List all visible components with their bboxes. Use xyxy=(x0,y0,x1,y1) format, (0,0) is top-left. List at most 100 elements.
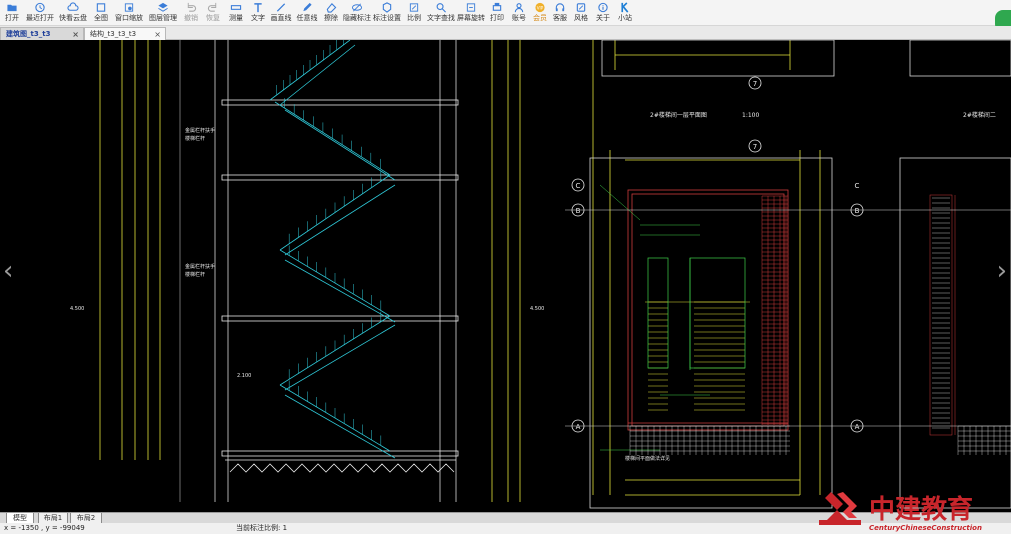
stair-note: 楼梯栏杆 xyxy=(185,135,205,142)
ground-hatch xyxy=(225,459,456,473)
stair-note: 金属栏杆扶手 xyxy=(185,263,215,270)
elevation-label: 2.100 xyxy=(237,373,251,379)
toolbar-button-label: 标注设置 xyxy=(373,14,401,22)
toolbar-button-label: 画直线 xyxy=(270,14,292,22)
partial-plan-walls xyxy=(929,194,956,436)
rotate-icon xyxy=(465,2,478,13)
folder-open-icon xyxy=(6,2,19,13)
annotation-scale: 当前标注比例: 1 xyxy=(236,524,288,532)
toolbar-button[interactable]: 图层管理 xyxy=(146,0,180,26)
toolbar-button[interactable]: 快看云盘 xyxy=(56,0,90,26)
brand-english: CenturyChineseConstruction xyxy=(869,524,982,532)
stair-section: 金属栏杆扶手 楼梯栏杆 金属栏杆扶手 楼梯栏杆 4.500 4.500 2.10… xyxy=(70,40,544,502)
toolbar-button[interactable]: 文字 xyxy=(248,0,268,26)
toolbar-button-label: 客服 xyxy=(553,14,567,22)
axis-label: B xyxy=(576,207,581,215)
toolbar-button-label: 恢复 xyxy=(206,14,220,22)
elevation-label: 4.500 xyxy=(530,306,544,312)
toolbar-button[interactable]: 测量 xyxy=(224,0,248,26)
stair-treads xyxy=(645,301,750,411)
toolbar-button[interactable]: 撤销 xyxy=(180,0,202,26)
axis-label: C xyxy=(855,182,860,190)
previous-page-arrow-icon[interactable]: ‹ xyxy=(3,258,13,284)
axis-label: 7 xyxy=(753,143,757,151)
toolbar-button-label: 文字查找 xyxy=(427,14,455,22)
plan-title: 2#楼梯间一层平面图 xyxy=(650,111,707,119)
close-icon[interactable]: × xyxy=(72,30,79,39)
axis-label: B xyxy=(855,207,860,215)
toolbar-button[interactable]: 窗口缩放 xyxy=(112,0,146,26)
toolbar-button[interactable]: 擦除 xyxy=(320,0,342,26)
scale-icon xyxy=(408,2,421,13)
toolbar-button[interactable]: 小站 xyxy=(614,0,636,26)
toolbar-button[interactable]: 任意线 xyxy=(294,0,320,26)
axis-label: A xyxy=(855,423,860,431)
axis-bubbles xyxy=(571,76,864,433)
toolbar-button[interactable]: 关于 xyxy=(592,0,614,26)
text-icon xyxy=(252,2,265,13)
axis-label: 7 xyxy=(753,80,757,88)
toolbar-button[interactable]: 恢复 xyxy=(202,0,224,26)
settings-icon xyxy=(381,2,394,13)
toolbar-button-label: 图层管理 xyxy=(149,14,177,22)
toolbar-button[interactable]: 打开 xyxy=(0,0,24,26)
tab-label: 结构_t3_t3_t3 xyxy=(90,30,137,38)
print-icon xyxy=(491,2,504,13)
close-icon[interactable]: × xyxy=(154,30,161,39)
toolbar-button[interactable]: 客服 xyxy=(550,0,570,26)
toolbar-button[interactable]: 比例 xyxy=(402,0,426,26)
toolbar-button[interactable]: 隐藏标注 xyxy=(342,0,372,26)
toolbar-button-label: 屏幕旋转 xyxy=(457,14,485,22)
toolbar-button[interactable]: 文字查找 xyxy=(426,0,456,26)
toolbar-button-label: 测量 xyxy=(229,14,243,22)
drawing-canvas[interactable]: 金属栏杆扶手 楼梯栏杆 金属栏杆扶手 楼梯栏杆 4.500 4.500 2.10… xyxy=(0,40,1011,512)
toolbar-items: 打开 最近打开 快看云盘 全图 窗口缩放 图层管理 撤销 恢复 测量 文字 画直线 任意线 擦除 隐藏标注… xyxy=(0,0,636,26)
stair-steps xyxy=(276,40,382,446)
next-page-arrow-icon[interactable]: › xyxy=(997,258,1007,284)
toolbar-button-label: 撤销 xyxy=(184,14,198,22)
toolbar-button[interactable]: 风格 xyxy=(570,0,592,26)
redo-icon xyxy=(207,2,220,13)
toolbar-button-label: 账号 xyxy=(512,14,526,22)
text-search-icon xyxy=(435,2,448,13)
toolbar-button-label: 关于 xyxy=(596,14,610,22)
toolbar-button[interactable]: 画直线 xyxy=(268,0,294,26)
cad-drawing: 金属栏杆扶手 楼梯栏杆 金属栏杆扶手 楼梯栏杆 4.500 4.500 2.10… xyxy=(70,40,1011,509)
palette-icon xyxy=(575,2,588,13)
stair-plan: 7 7 C B A C B A 2#楼梯间一层平面图 1:100 2#楼梯间二 … xyxy=(565,40,1011,509)
toolbar-button-label: 打开 xyxy=(5,14,19,22)
cursor-coordinates: x = -1350 , y = -99049 xyxy=(4,524,85,532)
plan-note: 楼梯间平面做法详见 xyxy=(625,455,670,462)
toolbar-button-label: 小站 xyxy=(618,14,632,22)
toolbar-button-label: 最近打开 xyxy=(26,14,54,22)
stair-note: 金属栏杆扶手 xyxy=(185,127,215,134)
grid-lines-left xyxy=(179,40,521,502)
user-icon xyxy=(513,2,526,13)
app-window: 打开 最近打开 快看云盘 全图 窗口缩放 图层管理 撤销 恢复 测量 文字 画直线 任意线 擦除 隐藏标注… xyxy=(0,0,1011,534)
toolbar-button[interactable]: 打印 xyxy=(486,0,508,26)
floor-slabs xyxy=(221,99,459,457)
toolbar-button-label: 隐藏标注 xyxy=(343,14,371,22)
pen-icon xyxy=(301,2,314,13)
tab-structure[interactable]: 结构_t3_t3_t3 × xyxy=(84,27,166,40)
toolbar-button-label: 任意线 xyxy=(296,14,318,22)
toolbar-button-label: 快看云盘 xyxy=(59,14,87,22)
dimension-lines-left xyxy=(99,40,161,460)
toolbar-button-label: 比例 xyxy=(407,14,421,22)
toolbar-button[interactable]: VIP 会员 xyxy=(530,0,550,26)
toolbar-button-label: 打印 xyxy=(490,14,504,22)
brand-logo-icon xyxy=(819,492,861,525)
toolbar-button[interactable]: 全图 xyxy=(90,0,112,26)
brand-name: 中建教育 xyxy=(869,494,973,525)
tab-architecture[interactable]: 建筑图_t3_t3 × xyxy=(0,27,84,40)
toolbar-button[interactable]: 屏幕旋转 xyxy=(456,0,486,26)
toolbar-button[interactable]: 标注设置 xyxy=(372,0,402,26)
toolbar-button[interactable]: 最近打开 xyxy=(24,0,56,26)
plan-outline xyxy=(589,40,1011,509)
toolbar-button-label: 全图 xyxy=(94,14,108,22)
toolbar-button-label: 风格 xyxy=(574,14,588,22)
document-tab-bar: 建筑图_t3_t3 × 结构_t3_t3_t3 × xyxy=(0,26,1011,40)
toolbar-button[interactable]: 账号 xyxy=(508,0,530,26)
eye-off-icon xyxy=(351,2,364,13)
svg-text:VIP: VIP xyxy=(537,5,544,10)
